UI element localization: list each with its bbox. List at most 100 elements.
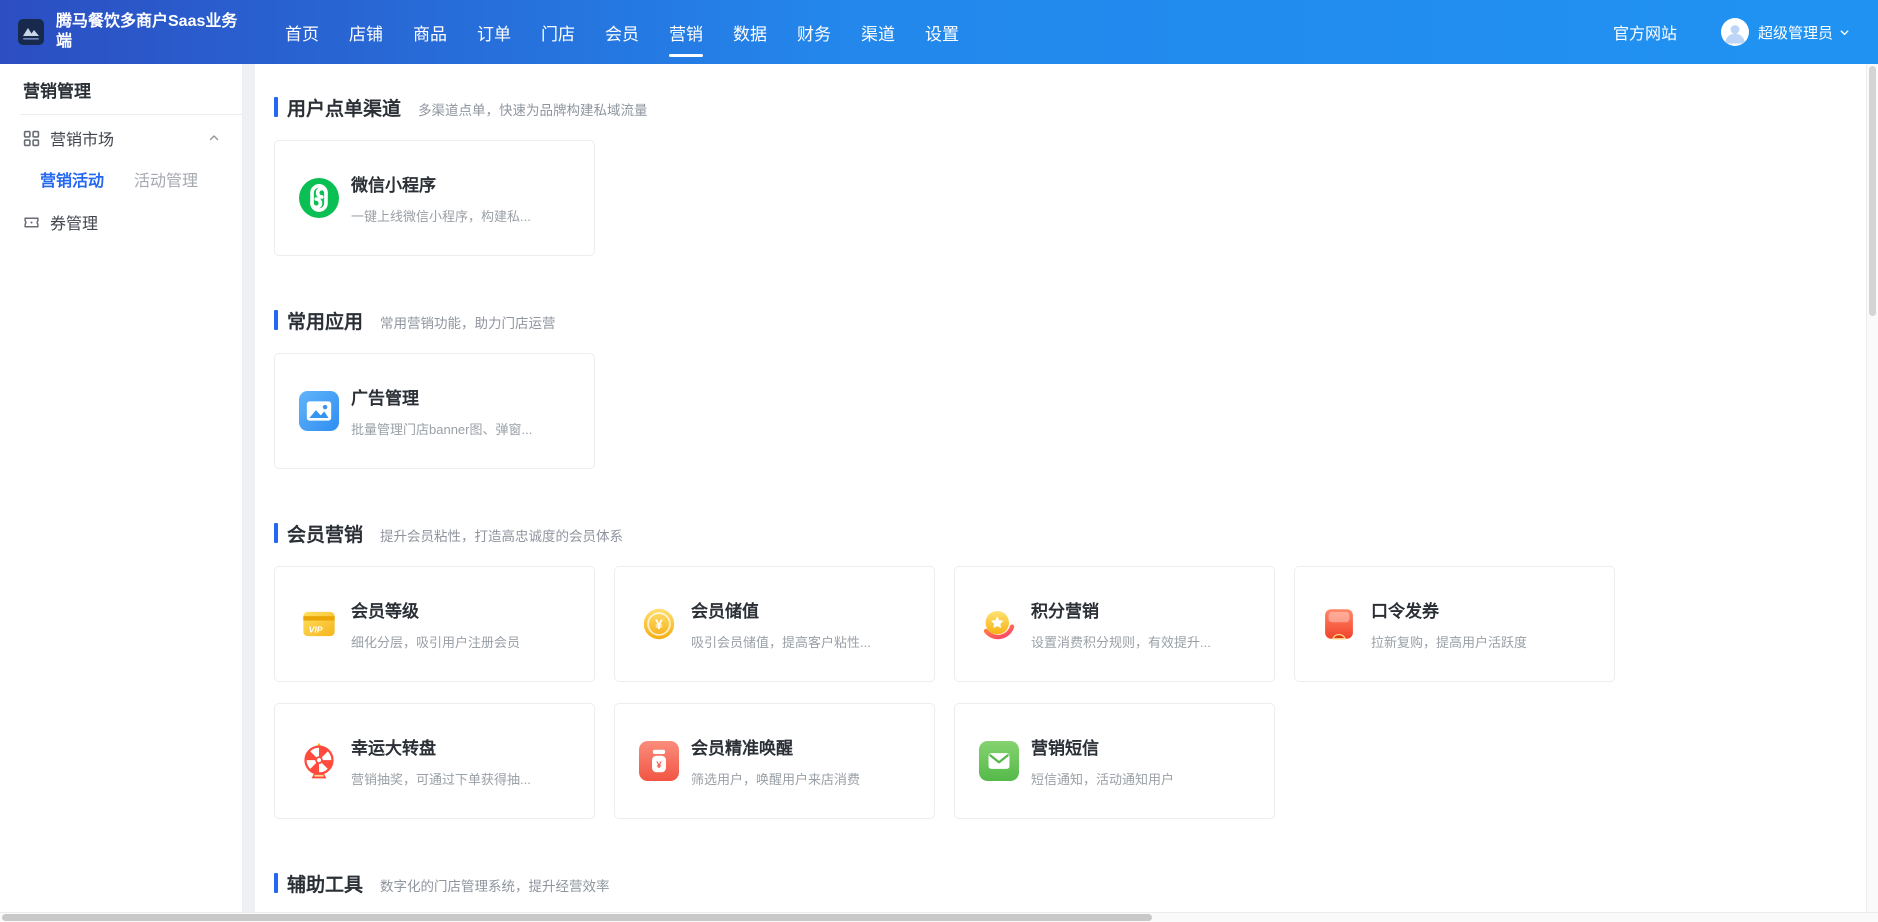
top-header: 腾马餐饮多商户Saas业务端 首页店铺商品订单门店会员营销数据财务渠道设置 官方… [0, 0, 1878, 64]
sidebar-submenu: 营销活动 活动管理 [0, 159, 242, 199]
card-title: 幸运大转盘 [351, 734, 531, 759]
ad-manage-icon [299, 391, 339, 431]
section-subtitle: 常用营销功能，助力门店运营 [380, 309, 556, 332]
card-desc: 拉新复购，提高用户活跃度 [1371, 632, 1527, 651]
card-title: 会员精准唤醒 [691, 734, 860, 759]
chevron-down-icon [1839, 27, 1850, 38]
card-desc: 一键上线微信小程序，构建私... [351, 206, 531, 225]
wechat-miniprogram-icon [299, 178, 339, 218]
card-grid: 微信小程序一键上线微信小程序，构建私... [274, 140, 1866, 256]
sidebar-title: 营销管理 [23, 80, 242, 104]
grid-icon [23, 130, 40, 147]
nav-tab-3[interactable]: 订单 [462, 0, 526, 64]
sidebar-item-0[interactable]: 营销市场 [0, 117, 242, 159]
feature-card-member-wake[interactable]: ¥ 会员精准唤醒筛选用户，唤醒用户来店消费 [614, 703, 935, 819]
card-text: 微信小程序一键上线微信小程序，构建私... [351, 171, 531, 225]
card-grid: 广告管理批量管理门店banner图、弹窗... [274, 353, 1866, 469]
horizontal-scrollbar-thumb[interactable] [2, 914, 1152, 921]
nav-tab-2[interactable]: 商品 [398, 0, 462, 64]
sidebar-subitem-0-0[interactable]: 营销活动 [40, 167, 104, 191]
brand: 腾马餐饮多商户Saas业务端 [18, 12, 242, 52]
section-header: 用户点单渠道多渠道点单，快速为品牌构建私域流量 [274, 95, 1866, 119]
sidebar-item-1[interactable]: 券管理 [0, 201, 242, 243]
nav-tab-6[interactable]: 营销 [654, 0, 718, 64]
card-grid: VIP 会员等级细化分层，吸引用户注册会员 ¥ 会员储值吸引会员储值，提高客户粘性..… [274, 566, 1866, 819]
card-title: 广告管理 [351, 384, 532, 409]
section-accent-bar [274, 310, 278, 330]
sms-marketing-icon [979, 741, 1019, 781]
card-desc: 营销抽奖，可通过下单获得抽... [351, 769, 531, 788]
nav-tab-5[interactable]: 会员 [590, 0, 654, 64]
section-subtitle: 提升会员粘性，打造高忠诚度的会员体系 [380, 522, 623, 545]
official-site-link[interactable]: 官方网站 [1613, 20, 1677, 44]
section-accent-bar [274, 873, 278, 893]
card-title: 会员储值 [691, 597, 871, 622]
sidebar-item-label: 券管理 [50, 210, 98, 234]
nav-tab-1[interactable]: 店铺 [334, 0, 398, 64]
sidebar-item-label: 营销市场 [50, 126, 114, 150]
section-title: 辅助工具 [287, 870, 363, 897]
sidebar-subitem-0-1[interactable]: 活动管理 [134, 167, 198, 191]
section-title: 会员营销 [287, 520, 363, 547]
main-nav: 首页店铺商品订单门店会员营销数据财务渠道设置 [270, 0, 974, 64]
section-title: 用户点单渠道 [287, 94, 401, 121]
feature-card-points-marketing[interactable]: 积分营销设置消费积分规则，有效提升... [954, 566, 1275, 682]
section-accent-bar [274, 97, 278, 117]
user-name: 超级管理员 [1758, 22, 1833, 43]
ticket-icon [23, 214, 40, 231]
header-right: 官方网站 超级管理员 [1613, 18, 1878, 46]
card-desc: 吸引会员储值，提高客户粘性... [691, 632, 871, 651]
card-title: 口令发券 [1371, 597, 1527, 622]
section-header: 会员营销提升会员粘性，打造高忠诚度的会员体系 [274, 521, 1866, 545]
svg-text:¥: ¥ [656, 760, 662, 771]
card-desc: 细化分层，吸引用户注册会员 [351, 632, 520, 651]
section-header: 常用应用常用营销功能，助力门店运营 [274, 308, 1866, 332]
card-text: 积分营销设置消费积分规则，有效提升... [1031, 597, 1211, 651]
nav-tab-7[interactable]: 数据 [718, 0, 782, 64]
brand-logo-icon [18, 19, 44, 45]
feature-card-stored-value[interactable]: ¥ 会员储值吸引会员储值，提高客户粘性... [614, 566, 935, 682]
card-desc: 设置消费积分规则，有效提升... [1031, 632, 1211, 651]
feature-card-ad-manage[interactable]: 广告管理批量管理门店banner图、弹窗... [274, 353, 595, 469]
nav-tab-9[interactable]: 渠道 [846, 0, 910, 64]
card-text: 会员等级细化分层，吸引用户注册会员 [351, 597, 520, 651]
vip-level-icon: VIP [299, 604, 339, 644]
card-text: 广告管理批量管理门店banner图、弹窗... [351, 384, 532, 438]
main-content: 用户点单渠道多渠道点单，快速为品牌构建私域流量微信小程序一键上线微信小程序，构建… [255, 64, 1866, 912]
chevron-up-icon [208, 132, 220, 144]
sidebar: 营销管理 营销市场营销活动 活动管理券管理 [0, 64, 243, 912]
card-desc: 筛选用户，唤醒用户来店消费 [691, 769, 860, 788]
password-coupon-icon [1319, 604, 1359, 644]
section-subtitle: 数字化的门店管理系统，提升经营效率 [380, 872, 610, 895]
card-desc: 短信通知，活动通知用户 [1031, 769, 1174, 788]
card-title: 积分营销 [1031, 597, 1211, 622]
vertical-scrollbar-thumb[interactable] [1869, 66, 1876, 316]
divider [20, 114, 242, 115]
feature-card-sms-marketing[interactable]: 营销短信短信通知，活动通知用户 [954, 703, 1275, 819]
card-title: 微信小程序 [351, 171, 531, 196]
nav-tab-8[interactable]: 财务 [782, 0, 846, 64]
svg-text:¥: ¥ [655, 616, 663, 632]
avatar-icon [1721, 18, 1749, 46]
nav-tab-4[interactable]: 门店 [526, 0, 590, 64]
svg-text:VIP: VIP [309, 625, 323, 635]
card-desc: 批量管理门店banner图、弹窗... [351, 419, 532, 438]
nav-tab-10[interactable]: 设置 [910, 0, 974, 64]
card-title: 会员等级 [351, 597, 520, 622]
feature-card-wechat-miniprogram[interactable]: 微信小程序一键上线微信小程序，构建私... [274, 140, 595, 256]
feature-card-password-coupon[interactable]: 口令发券拉新复购，提高用户活跃度 [1294, 566, 1615, 682]
lucky-wheel-icon [299, 741, 339, 781]
section-accent-bar [274, 523, 278, 543]
card-text: 口令发券拉新复购，提高用户活跃度 [1371, 597, 1527, 651]
brand-title: 腾马餐饮多商户Saas业务端 [56, 12, 242, 52]
vertical-scrollbar [1866, 64, 1878, 912]
card-title: 营销短信 [1031, 734, 1174, 759]
card-text: 会员储值吸引会员储值，提高客户粘性... [691, 597, 871, 651]
nav-tab-0[interactable]: 首页 [270, 0, 334, 64]
user-menu[interactable]: 超级管理员 [1721, 18, 1850, 46]
feature-card-vip-level[interactable]: VIP 会员等级细化分层，吸引用户注册会员 [274, 566, 595, 682]
card-text: 会员精准唤醒筛选用户，唤醒用户来店消费 [691, 734, 860, 788]
feature-card-lucky-wheel[interactable]: 幸运大转盘营销抽奖，可通过下单获得抽... [274, 703, 595, 819]
member-wake-icon: ¥ [639, 741, 679, 781]
section-title: 常用应用 [287, 307, 363, 334]
